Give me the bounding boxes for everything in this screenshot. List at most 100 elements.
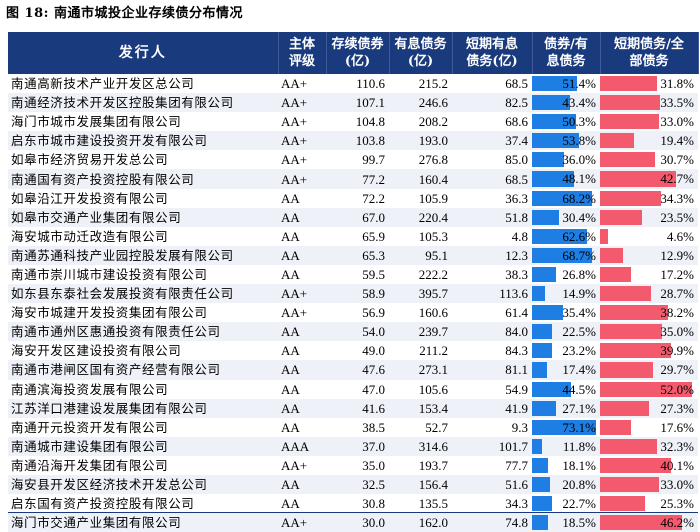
table-row: 南通城市建设集团有限公司 AAA 37.0 314.6 101.7 11.8% 32.3% — [8, 436, 698, 456]
issuer-name: 南通城市建设集团有限公司 — [8, 436, 278, 456]
issuer-name: 南通滨海投资发展有限公司 — [8, 379, 278, 399]
table-row: 南通经济技术开发区控股集团有限公司 AA+ 107.1 246.6 82.5 43.4% 3… — [8, 93, 698, 113]
table-row: 南通高新技术产业开发区总公司 AA+ 110.6 215.2 68.5 51.4% 31.8… — [8, 74, 698, 94]
outstanding-cell: 54.0 — [326, 322, 389, 342]
short-term-cell: 74.8 — [452, 513, 532, 532]
issuer-name: 如东县东泰社会发展投资有限责任公司 — [8, 284, 278, 304]
bond-ratio-value: 22.5% — [562, 324, 596, 340]
bond-ratio-cell: 73.1% — [532, 417, 600, 437]
bond-ratio-bar — [532, 324, 552, 340]
short-ratio-value: 33.0% — [660, 114, 694, 130]
table-row: 海门市交通产业集团有限公司 AA+ 30.0 162.0 74.8 18.5% 46.2% — [8, 513, 698, 532]
header-outstanding: 存续债券 (亿) — [326, 32, 390, 74]
issuer-name: 如皋市交通产业集团有限公司 — [8, 207, 278, 227]
interest-debt-cell: 105.9 — [389, 188, 452, 208]
outstanding-cell: 103.8 — [326, 131, 389, 151]
bond-ratio-bar — [532, 305, 563, 321]
bond-ratio-value: 53.8% — [562, 133, 596, 149]
short-ratio-bar — [600, 324, 662, 340]
short-ratio-cell: 17.6% — [600, 417, 698, 437]
short-ratio-cell: 52.0% — [600, 379, 698, 399]
interest-debt-cell: 246.6 — [389, 93, 452, 113]
bond-ratio-value: 68.7% — [562, 247, 596, 263]
table-row: 启东国有资产投资控股有限公司 AA 30.8 135.5 34.3 22.7% 25.3% — [8, 494, 698, 514]
short-ratio-cell: 33.5% — [600, 93, 698, 113]
short-term-cell: 81.1 — [452, 360, 532, 380]
interest-debt-cell: 276.8 — [389, 150, 452, 170]
rating-cell: AA — [278, 379, 326, 399]
outstanding-cell: 30.0 — [326, 513, 389, 532]
rating-cell: AA — [278, 188, 326, 208]
interest-debt-cell: 395.7 — [389, 284, 452, 304]
short-term-cell: 4.8 — [452, 226, 532, 246]
outstanding-cell: 56.9 — [326, 303, 389, 323]
bond-ratio-value: 18.1% — [562, 457, 596, 473]
interest-debt-cell: 215.2 — [389, 74, 452, 94]
short-term-cell: 85.0 — [452, 150, 532, 170]
table-row: 海门市城市发展集团有限公司 AA+ 104.8 208.2 68.6 50.3% 33.0% — [8, 112, 698, 132]
short-ratio-cell: 46.2% — [600, 513, 698, 532]
outstanding-cell: 107.1 — [326, 93, 389, 113]
header-short-term-debt: 短期有息 债务(亿) — [452, 32, 533, 74]
short-ratio-value: 25.3% — [660, 496, 694, 512]
short-ratio-value: 35.0% — [660, 324, 694, 340]
outstanding-cell: 47.0 — [326, 379, 389, 399]
short-ratio-value: 42.7% — [660, 171, 694, 187]
short-ratio-value: 30.7% — [660, 152, 694, 168]
short-term-cell: 41.9 — [452, 398, 532, 418]
table-row: 南通开元投资开发有限公司 AA 38.5 52.7 9.3 73.1% 17.6% — [8, 417, 698, 437]
bond-ratio-value: 48.1% — [562, 171, 596, 187]
interest-debt-cell: 135.5 — [389, 494, 452, 514]
short-term-cell: 34.3 — [452, 494, 532, 514]
bond-distribution-table: 发行人 主体 评级 存续债券 (亿) 有息债务 (亿) 短期有息 债务(亿) 债券/有息… — [8, 32, 699, 532]
short-ratio-cell: 25.3% — [600, 494, 698, 514]
bond-ratio-cell: 11.8% — [532, 436, 600, 456]
short-term-cell: 12.3 — [452, 245, 532, 265]
issuer-name: 海门市交通产业集团有限公司 — [8, 513, 278, 532]
bond-ratio-value: 23.2% — [562, 343, 596, 359]
short-ratio-cell: 35.0% — [600, 322, 698, 342]
header-short-ratio: 短期债务/全 部债务 — [600, 32, 699, 74]
short-ratio-cell: 38.2% — [600, 303, 698, 323]
short-ratio-cell: 33.0% — [600, 474, 698, 495]
bond-ratio-value: 36.0% — [562, 152, 596, 168]
short-ratio-bar — [600, 95, 660, 111]
short-ratio-bar — [600, 419, 631, 435]
bond-ratio-bar — [532, 476, 550, 493]
rating-cell: AA+ — [278, 131, 326, 151]
bond-ratio-value: 22.7% — [562, 496, 596, 512]
short-ratio-value: 19.4% — [660, 133, 694, 149]
rating-cell: AA — [278, 322, 326, 342]
interest-debt-cell: 211.2 — [389, 341, 452, 361]
bond-ratio-value: 73.1% — [562, 419, 596, 435]
issuer-name: 如皋沿江开发投资有限公司 — [8, 188, 278, 208]
issuer-name: 南通苏通科技产业园控股发展有限公司 — [8, 245, 278, 265]
outstanding-cell: 77.2 — [326, 169, 389, 189]
interest-debt-cell: 208.2 — [389, 112, 452, 132]
bond-ratio-bar — [532, 457, 548, 473]
table-body: 南通高新技术产业开发区总公司 AA+ 110.6 215.2 68.5 51.4% 31.8… — [8, 74, 698, 532]
interest-debt-cell: 160.4 — [389, 169, 452, 189]
interest-debt-cell: 193.0 — [389, 131, 452, 151]
outstanding-cell: 59.5 — [326, 264, 389, 285]
bond-ratio-bar — [532, 400, 556, 416]
short-ratio-bar — [600, 247, 623, 263]
outstanding-cell: 41.6 — [326, 398, 389, 418]
interest-debt-cell: 105.6 — [389, 379, 452, 399]
short-ratio-cell: 40.1% — [600, 455, 698, 475]
bond-ratio-cell: 53.8% — [532, 131, 600, 151]
rating-cell: AA+ — [278, 169, 326, 189]
rating-cell: AA — [278, 245, 326, 265]
short-ratio-bar — [600, 362, 653, 378]
table-row: 启东市城市建设投资开发有限公司 AA+ 103.8 193.0 37.4 53.8% 19.… — [8, 131, 698, 151]
short-ratio-value: 27.3% — [660, 400, 694, 416]
bond-ratio-bar — [532, 343, 552, 359]
bond-ratio-cell: 35.4% — [532, 303, 600, 323]
short-term-cell: 51.6 — [452, 474, 532, 495]
issuer-name: 如皋市经济贸易开发总公司 — [8, 150, 278, 170]
short-ratio-cell: 42.7% — [600, 169, 698, 189]
short-term-cell: 68.5 — [452, 169, 532, 189]
rating-cell: AA+ — [278, 513, 326, 532]
short-term-cell: 84.0 — [452, 322, 532, 342]
header-row: 发行人 主体 评级 存续债券 (亿) 有息债务 (亿) 短期有息 债务(亿) 债券/有息… — [8, 32, 699, 74]
